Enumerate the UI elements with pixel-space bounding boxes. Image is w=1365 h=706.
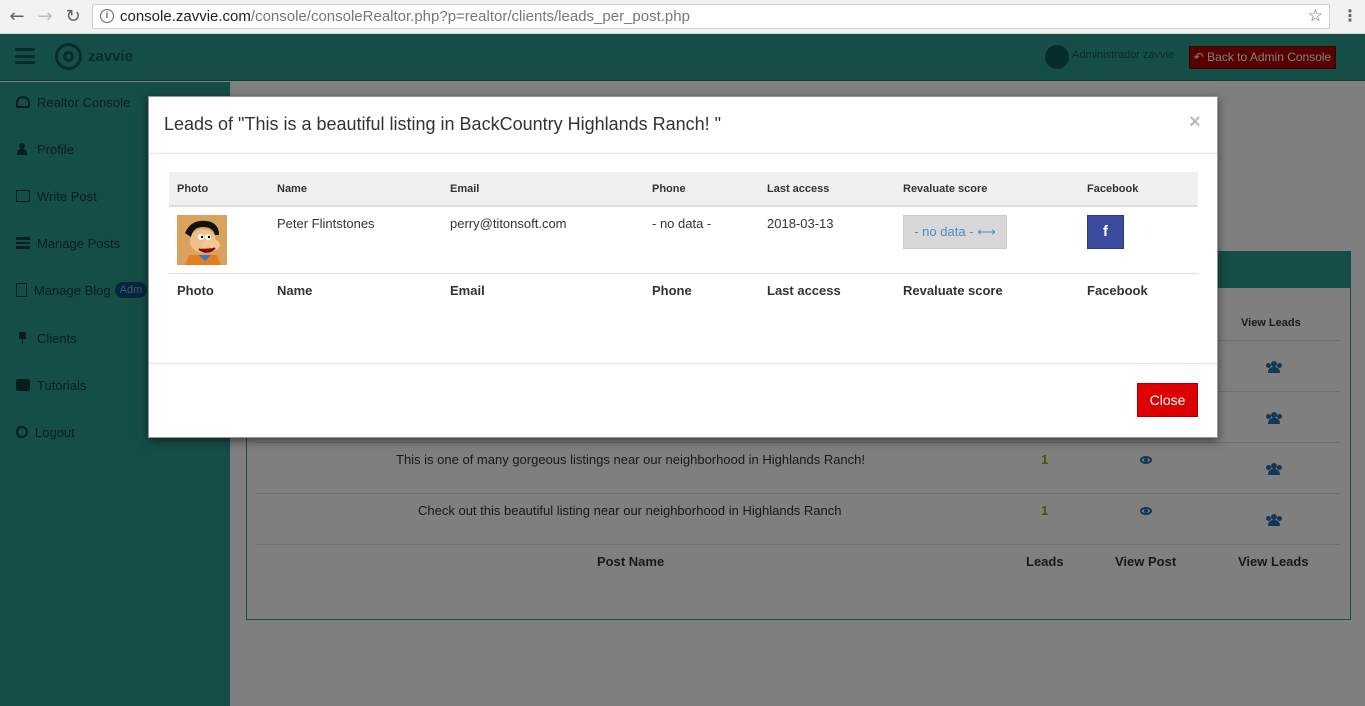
- footer-email: Email: [450, 283, 485, 298]
- url-host: console.zavvie.com: [120, 8, 251, 25]
- lead-name: Peter Flintstones: [277, 216, 375, 231]
- address-bar[interactable]: i console.zavvie.com/console/consoleReal…: [92, 4, 1330, 29]
- footer-facebook: Facebook: [1087, 283, 1148, 298]
- footer-phone: Phone: [652, 283, 692, 298]
- footer-revaluate-score: Revaluate score: [903, 283, 1003, 298]
- lead-phone: - no data -: [652, 216, 712, 231]
- column-header-phone: Phone: [652, 183, 686, 195]
- table-header-row: Photo Name Email Phone Last access Reval…: [169, 172, 1198, 207]
- footer-name: Name: [277, 283, 313, 298]
- column-header-last-access: Last access: [767, 183, 830, 195]
- url-text: console.zavvie.com/console/consoleRealto…: [120, 8, 690, 25]
- column-header-facebook: Facebook: [1087, 183, 1139, 195]
- revaluate-score-button[interactable]: - no data - ⟷: [903, 215, 1007, 249]
- reload-icon[interactable]: ↻: [62, 6, 84, 28]
- column-header-email: Email: [450, 183, 480, 195]
- close-icon[interactable]: ×: [1189, 111, 1201, 134]
- footer-photo: Photo: [177, 283, 214, 298]
- footer-last-access: Last access: [767, 283, 841, 298]
- bookmark-star-icon[interactable]: ☆: [1308, 6, 1323, 26]
- info-icon[interactable]: i: [100, 9, 114, 23]
- column-header-revaluate-score: Revaluate score: [903, 183, 988, 195]
- back-arrow-icon[interactable]: ←: [6, 6, 28, 28]
- modal-title: Leads of "This is a beautiful listing in…: [164, 114, 722, 134]
- lead-last-access: 2018-03-13: [767, 216, 834, 231]
- lead-photo-avatar: [177, 215, 227, 265]
- facebook-button[interactable]: f: [1087, 215, 1124, 249]
- browser-toolbar: ← → ↻ i console.zavvie.com/console/conso…: [0, 0, 1365, 34]
- modal-footer-divider: [149, 363, 1217, 364]
- lead-email: perry@titonsoft.com: [450, 216, 567, 231]
- column-header-name: Name: [277, 183, 307, 195]
- column-header-photo: Photo: [177, 183, 209, 195]
- browser-menu-icon[interactable]: ⋮: [1342, 6, 1358, 25]
- fred-avatar-image: [177, 215, 227, 265]
- table-footer-divider: [169, 273, 1198, 274]
- url-path: /console/consoleRealtor.php?p=realtor/cl…: [250, 8, 690, 25]
- modal-header-divider: [149, 153, 1217, 154]
- close-button[interactable]: Close: [1137, 383, 1198, 417]
- forward-arrow-icon[interactable]: →: [34, 6, 56, 28]
- leads-modal: Leads of "This is a beautiful listing in…: [148, 96, 1218, 438]
